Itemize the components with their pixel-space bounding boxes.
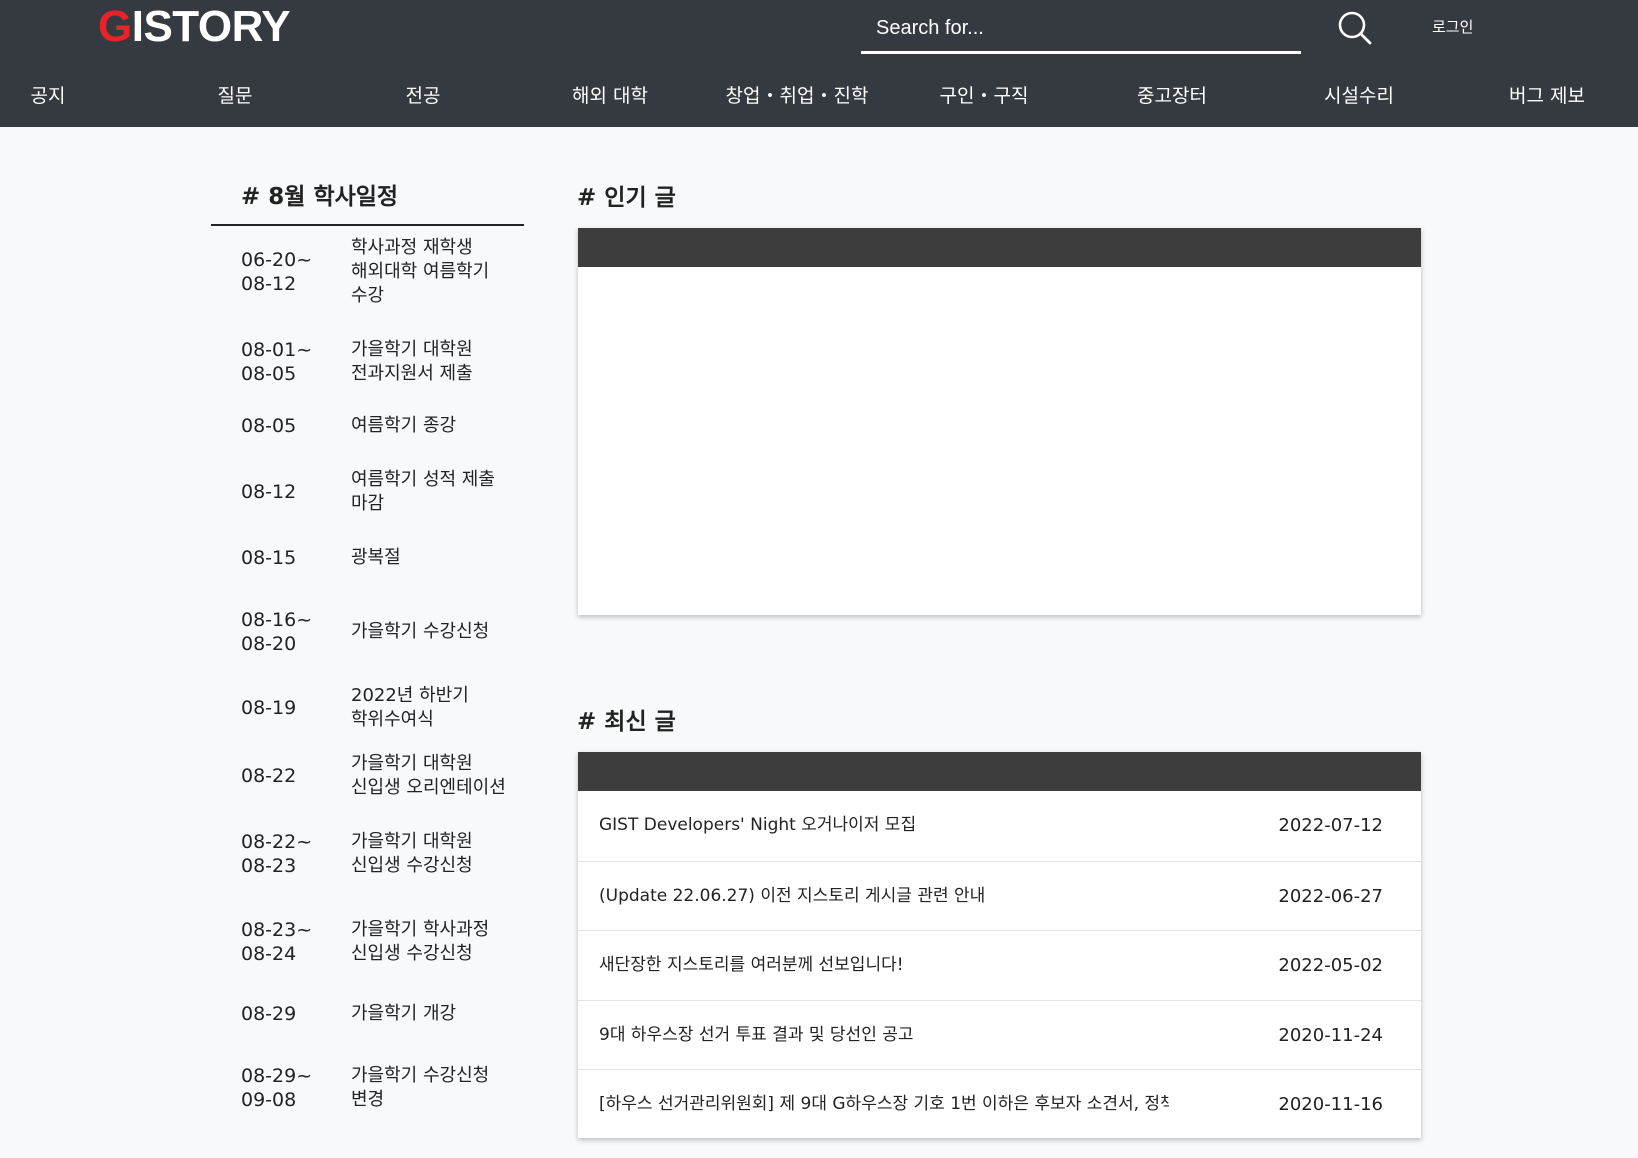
schedule-item: 08-16~ 08-20 가을학기 수강신청 <box>211 608 524 656</box>
popular-panel-header <box>578 228 1421 267</box>
schedule-text: 가을학기 수강신청 변경 <box>351 1065 490 1110</box>
schedule-item: 08-15 광복절 <box>211 546 524 570</box>
schedule-date: 08-12 <box>241 481 297 503</box>
schedule-date: 08-01~ 08-05 <box>241 339 313 385</box>
schedule-date: 08-16~ 08-20 <box>241 609 313 655</box>
search-icon[interactable] <box>1336 9 1374 47</box>
popular-title: # 인기 글 <box>577 185 676 211</box>
nav-item-market[interactable]: 중고장터 <box>1137 72 1207 120</box>
nav-item-question[interactable]: 질문 <box>218 72 253 120</box>
schedule-text: 가을학기 대학원 신입생 수강신청 <box>351 831 473 876</box>
schedule-date: 08-15 <box>241 547 297 569</box>
schedule-date: 08-19 <box>241 697 297 719</box>
nav-item-jobs[interactable]: 구인・구직 <box>940 72 1029 120</box>
nav-item-major[interactable]: 전공 <box>406 72 441 120</box>
post-date: 2020-11-16 <box>1278 1094 1383 1115</box>
schedule-item: 08-22~ 08-23 가을학기 대학원 신입생 수강신청 <box>211 830 524 878</box>
schedule-text: 가을학기 개강 <box>351 1003 457 1024</box>
post-row[interactable]: (Update 22.06.27) 이전 지스토리 게시글 관련 안내 2022… <box>578 860 1421 931</box>
post-date: 2020-11-24 <box>1278 1024 1383 1046</box>
search-box <box>861 6 1301 54</box>
post-title[interactable]: 9대 하우스장 선거 투표 결과 및 당선인 공고 <box>599 1001 1169 1070</box>
schedule-text: 2022년 하반기 학위수여식 <box>351 685 469 730</box>
schedule-item: 08-19 2022년 하반기 학위수여식 <box>211 684 524 732</box>
post-row[interactable]: 새단장한 지스토리를 여러분께 선보입니다! 2022-05-02 <box>578 930 1421 1000</box>
schedule-text: 학사과정 재학생 해외대학 여름학기 수강 <box>351 237 490 306</box>
schedule-date: 08-22 <box>241 765 297 787</box>
schedule-date: 08-29 <box>241 1003 297 1025</box>
schedule-item: 08-29 가을학기 개강 <box>211 1002 524 1026</box>
post-title[interactable]: [하우스 선거관리위원회] 제 9대 G하우스장 기호 1번 이하은 후보자 소… <box>599 1070 1169 1139</box>
schedule-divider <box>211 224 524 226</box>
nav-item-notice[interactable]: 공지 <box>31 72 66 120</box>
nav-item-overseas-univ[interactable]: 해외 대학 <box>572 72 648 120</box>
search-input[interactable] <box>861 6 1301 51</box>
recent-title: # 최신 글 <box>577 709 676 735</box>
post-date: 2022-06-27 <box>1278 885 1383 907</box>
recent-list: GIST Developers' Night 오거나이저 모집 2022-07-… <box>578 791 1421 1139</box>
logo-letter-g: G <box>98 2 132 51</box>
schedule-item: 06-20~ 08-12 학사과정 재학생 해외대학 여름학기 수강 <box>211 236 524 308</box>
schedule-text: 가을학기 수강신청 <box>351 621 490 642</box>
schedule-text: 가을학기 대학원 전과지원서 제출 <box>351 339 473 384</box>
top-header: GISTORY 로그인 공지 질문 전공 해외 대학 창업・취업・진학 구인・구… <box>0 0 1638 127</box>
schedule-date: 08-22~ 08-23 <box>241 831 313 877</box>
popular-panel <box>578 228 1421 615</box>
schedule-item: 08-23~ 08-24 가을학기 학사과정 신입생 수강신청 <box>211 918 524 966</box>
login-link[interactable]: 로그인 <box>1432 16 1473 38</box>
nav-item-career[interactable]: 창업・취업・진학 <box>726 72 869 120</box>
schedule-text: 광복절 <box>351 547 401 568</box>
schedule-item: 08-22 가을학기 대학원 신입생 오리엔테이션 <box>211 752 524 800</box>
schedule-item: 08-12 여름학기 성적 제출 마감 <box>211 468 524 516</box>
schedule-text: 여름학기 성적 제출 마감 <box>351 469 495 514</box>
main-nav: 공지 질문 전공 해외 대학 창업・취업・진학 구인・구직 중고장터 시설수리 … <box>0 72 1638 120</box>
schedule-date: 08-23~ 08-24 <box>241 919 313 965</box>
post-row[interactable]: GIST Developers' Night 오거나이저 모집 2022-07-… <box>578 791 1421 861</box>
schedule-date: 06-20~ 08-12 <box>241 249 313 295</box>
logo-text: ISTORY <box>131 2 291 51</box>
schedule-text: 가을학기 학사과정 신입생 수강신청 <box>351 919 490 964</box>
recent-panel-header <box>578 752 1421 791</box>
schedule-date: 08-05 <box>241 415 297 437</box>
schedule-date: 08-29~ 09-08 <box>241 1065 313 1111</box>
schedule-item: 08-29~ 09-08 가을학기 수강신청 변경 <box>211 1064 524 1112</box>
schedule-title: # 8월 학사일정 <box>241 184 399 210</box>
post-date: 2022-07-12 <box>1278 815 1383 836</box>
post-date: 2022-05-02 <box>1278 955 1383 976</box>
schedule-item: 08-01~ 08-05 가을학기 대학원 전과지원서 제출 <box>211 338 524 386</box>
post-title[interactable]: 새단장한 지스토리를 여러분께 선보입니다! <box>599 931 1169 1000</box>
schedule-item: 08-05 여름학기 종강 <box>211 414 524 438</box>
post-row[interactable]: [하우스 선거관리위원회] 제 9대 G하우스장 기호 1번 이하은 후보자 소… <box>578 1069 1421 1139</box>
gistory-logo[interactable]: GISTORY <box>98 2 291 52</box>
post-row[interactable]: 9대 하우스장 선거 투표 결과 및 당선인 공고 2020-11-24 <box>578 999 1421 1070</box>
post-title[interactable]: (Update 22.06.27) 이전 지스토리 게시글 관련 안내 <box>599 862 1169 931</box>
nav-item-facility-repair[interactable]: 시설수리 <box>1324 72 1394 120</box>
schedule-text: 가을학기 대학원 신입생 오리엔테이션 <box>351 753 506 798</box>
recent-panel: GIST Developers' Night 오거나이저 모집 2022-07-… <box>578 752 1421 1138</box>
post-title[interactable]: GIST Developers' Night 오거나이저 모집 <box>599 791 1169 860</box>
nav-item-bug-report[interactable]: 버그 제보 <box>1509 72 1585 120</box>
schedule-text: 여름학기 종강 <box>351 415 457 436</box>
